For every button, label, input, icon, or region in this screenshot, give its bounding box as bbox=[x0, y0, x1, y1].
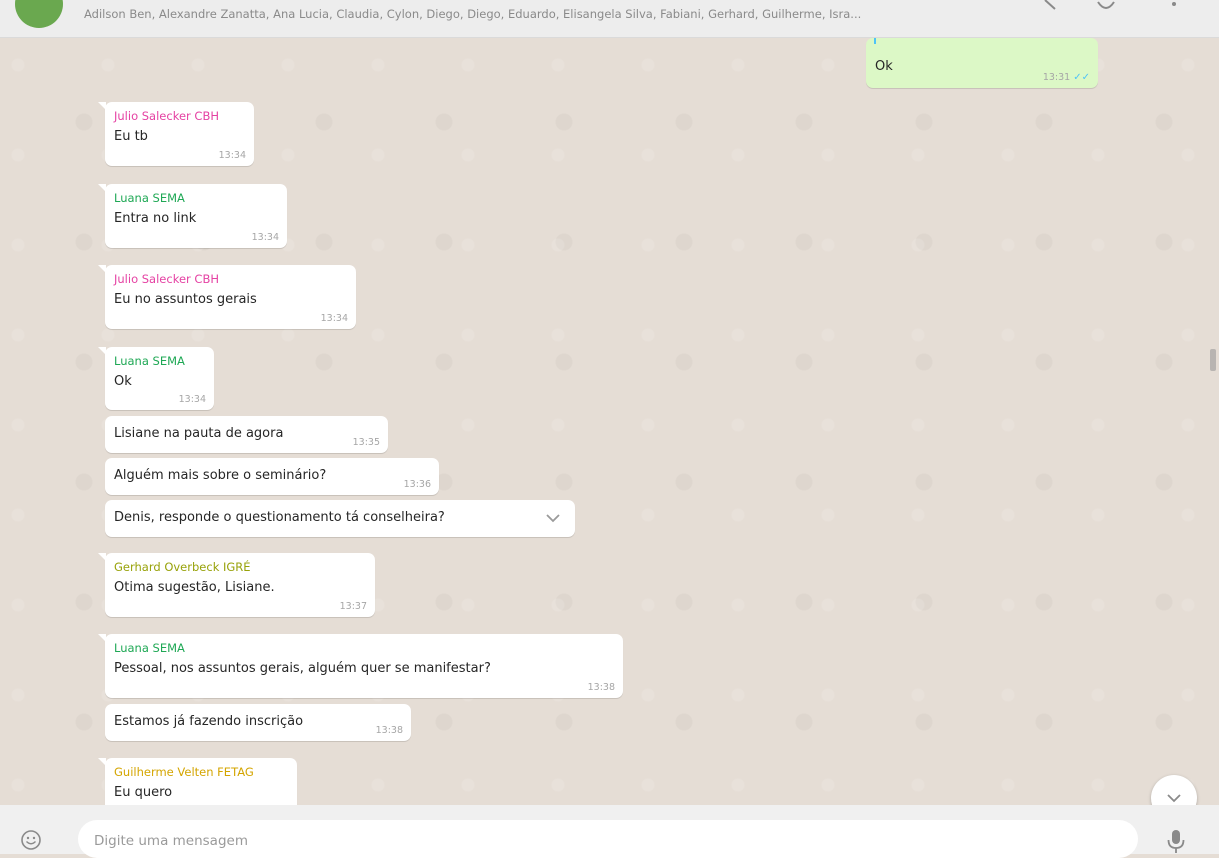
sender-name[interactable]: Guilherme Velten FETAG bbox=[114, 764, 288, 780]
message-time: 13:37 bbox=[339, 601, 367, 612]
message-bubble-incoming[interactable]: Alguém mais sobre o seminário? 13:36 bbox=[105, 458, 439, 495]
chevron-down-icon[interactable] bbox=[545, 513, 561, 523]
bubble-tail bbox=[98, 347, 106, 355]
sender-name[interactable]: Gerhard Overbeck IGRÉ bbox=[114, 559, 366, 575]
message-text: Lisiane na pauta de agora bbox=[114, 426, 284, 441]
message-bubble-outgoing[interactable]: Ok 13:31 ✓✓ bbox=[866, 38, 1098, 88]
message-bubble-incoming[interactable]: Lisiane na pauta de agora 13:35 bbox=[105, 416, 388, 453]
message-text: Estamos já fazendo inscrição bbox=[114, 714, 304, 729]
smiley-icon[interactable] bbox=[20, 829, 42, 851]
bubble-tail bbox=[98, 102, 106, 110]
bubble-tail bbox=[98, 758, 106, 766]
sender-name[interactable]: Luana SEMA bbox=[114, 353, 205, 369]
bubble-tail bbox=[98, 265, 106, 273]
composer-bar bbox=[0, 805, 1219, 858]
sender-name[interactable]: Luana SEMA bbox=[114, 190, 278, 206]
group-avatar[interactable] bbox=[15, 0, 63, 28]
message-text: Eu quero bbox=[114, 785, 173, 800]
message-time: 13:35 bbox=[352, 437, 380, 448]
message-bubble-incoming[interactable]: Luana SEMA Entra no link 13:34 bbox=[98, 184, 287, 248]
message-input[interactable] bbox=[78, 820, 1138, 858]
bubble-tail bbox=[98, 553, 106, 561]
message-text: Otima sugestão, Lisiane. bbox=[114, 580, 275, 595]
message-bubble-incoming[interactable]: Estamos já fazendo inscrição 13:38 bbox=[105, 704, 411, 741]
message-time: 13:36 bbox=[403, 479, 431, 490]
sender-name[interactable]: Julio Salecker CBH bbox=[114, 271, 347, 287]
message-bubble-incoming[interactable]: Gerhard Overbeck IGRÉ Otima sugestão, Li… bbox=[98, 553, 375, 617]
paperclip-icon[interactable] bbox=[1092, 0, 1120, 18]
chevron-down-icon bbox=[1167, 794, 1181, 803]
message-text: Denis, responde o questionamento tá cons… bbox=[114, 510, 445, 525]
sender-name[interactable]: Julio Salecker CBH bbox=[114, 108, 245, 124]
message-bubble-incoming[interactable]: Luana SEMA Ok 13:34 bbox=[98, 347, 214, 410]
message-time: 13:34 bbox=[218, 150, 246, 161]
bubble-tail bbox=[98, 634, 106, 642]
bubble-tail bbox=[98, 184, 106, 192]
scroll-to-bottom-button[interactable] bbox=[1151, 775, 1197, 805]
message-time: 13:31 ✓✓ bbox=[1042, 72, 1090, 83]
message-time: 13:38 bbox=[375, 725, 403, 736]
message-time: 13:34 bbox=[178, 394, 206, 405]
menu-dots-icon[interactable] bbox=[1160, 0, 1188, 18]
message-list[interactable]: Ok 13:31 ✓✓ Julio Salecker CBH Eu tb 13:3… bbox=[0, 38, 1219, 805]
message-bubble-incoming[interactable]: Julio Salecker CBH Eu no assuntos gerais… bbox=[98, 265, 356, 329]
participants-list[interactable]: Adilson Ben, Alexandre Zanatta, Ana Luci… bbox=[84, 7, 1004, 21]
quote-bar bbox=[874, 38, 876, 44]
message-text: Pessoal, nos assuntos gerais, alguém que… bbox=[114, 661, 491, 676]
sender-name[interactable]: Luana SEMA bbox=[114, 640, 614, 656]
message-time: 13:38 bbox=[587, 682, 615, 693]
message-time: 13:34 bbox=[320, 313, 348, 324]
message-time: 13:34 bbox=[251, 232, 279, 243]
search-icon[interactable] bbox=[1037, 0, 1065, 18]
message-text: Ok bbox=[114, 374, 132, 389]
message-text: Eu no assuntos gerais bbox=[114, 292, 257, 307]
chat-header: Adilson Ben, Alexandre Zanatta, Ana Luci… bbox=[0, 0, 1219, 38]
message-bubble-incoming[interactable]: Denis, responde o questionamento tá cons… bbox=[105, 500, 575, 537]
scrollbar-thumb[interactable] bbox=[1210, 349, 1216, 371]
message-text: Alguém mais sobre o seminário? bbox=[114, 468, 327, 483]
message-text: Entra no link bbox=[114, 211, 197, 226]
message-bubble-incoming[interactable]: Julio Salecker CBH Eu tb 13:34 bbox=[98, 102, 254, 166]
message-bubble-incoming[interactable]: Guilherme Velten FETAG Eu quero bbox=[98, 758, 297, 805]
message-bubble-incoming[interactable]: Luana SEMA Pessoal, nos assuntos gerais,… bbox=[98, 634, 623, 698]
message-text: Eu tb bbox=[114, 129, 148, 144]
read-ticks-icon: ✓✓ bbox=[1073, 72, 1090, 83]
microphone-icon[interactable] bbox=[1165, 829, 1187, 855]
